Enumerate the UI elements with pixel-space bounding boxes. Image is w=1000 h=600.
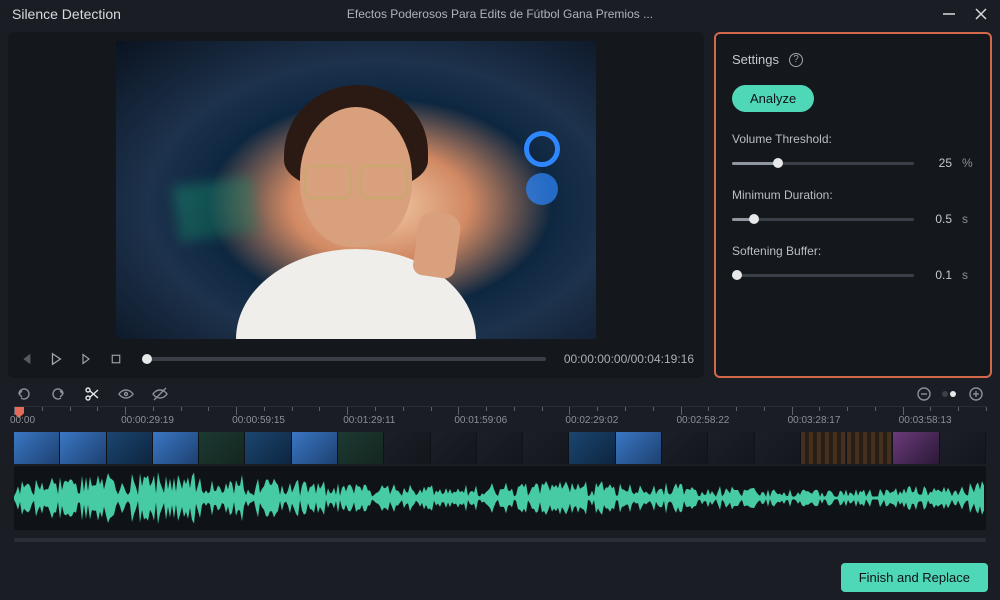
close-button[interactable] [974, 7, 988, 21]
timeline[interactable]: 00:00 00:00:29:19 00:00:59:15 00:01:29:11 00… [0, 406, 1000, 571]
progress-slider[interactable] [142, 357, 546, 361]
softening-buffer-label: Softening Buffer: [732, 244, 974, 258]
titlebar: Silence Detection Efectos Poderosos Para… [0, 0, 1000, 28]
softening-buffer-value: 0.1 [924, 268, 952, 282]
project-name: Efectos Poderosos Para Edits de Fútbol G… [347, 7, 653, 21]
redo-icon[interactable] [50, 386, 66, 402]
settings-heading: Settings [732, 52, 779, 67]
video-frame[interactable] [116, 41, 596, 339]
ruler-label: 00:00 [10, 415, 35, 426]
minimum-duration-value: 0.5 [924, 212, 952, 226]
ruler-label: 00:02:29:02 [565, 415, 618, 426]
waveform[interactable] [14, 466, 986, 530]
timeline-toolbar [0, 378, 1000, 406]
zoom-in-icon[interactable] [968, 386, 984, 402]
scissors-icon[interactable] [84, 386, 100, 402]
ruler-label: 00:03:58:13 [899, 415, 952, 426]
prev-frame-button[interactable] [18, 351, 34, 367]
volume-threshold-unit: % [962, 156, 974, 170]
eye-off-icon[interactable] [152, 386, 168, 402]
help-icon[interactable]: ? [789, 53, 803, 67]
volume-threshold-param: Volume Threshold: 25 % [732, 132, 974, 170]
play-button[interactable] [48, 351, 64, 367]
zoom-slider[interactable] [942, 391, 948, 397]
play-forward-button[interactable] [78, 351, 94, 367]
softening-buffer-slider[interactable] [732, 274, 914, 277]
time-ruler[interactable]: 00:0000:00:29:1900:00:59:1500:01:29:1100… [14, 406, 986, 432]
ruler-label: 00:00:29:19 [121, 415, 174, 426]
ruler-label: 00:00:59:15 [232, 415, 285, 426]
minimum-duration-label: Minimum Duration: [732, 188, 974, 202]
minimum-duration-unit: s [962, 212, 974, 226]
timeline-scrollbar[interactable] [14, 538, 986, 542]
ruler-label: 00:02:58:22 [677, 415, 730, 426]
softening-buffer-param: Softening Buffer: 0.1 s [732, 244, 974, 282]
preview-pane: 00:00:00:00/00:04:19:16 [8, 32, 704, 378]
ruler-label: 00:01:29:11 [343, 415, 395, 426]
analyze-button[interactable]: Analyze [732, 85, 814, 112]
eye-icon[interactable] [118, 386, 134, 402]
video-preview [18, 40, 694, 340]
thumbnail-strip[interactable] [14, 432, 986, 464]
minimize-button[interactable] [942, 7, 956, 21]
ruler-label: 00:01:59:06 [454, 415, 507, 426]
volume-threshold-label: Volume Threshold: [732, 132, 974, 146]
zoom-controls [916, 386, 984, 402]
volume-threshold-value: 25 [924, 156, 952, 170]
settings-panel: Settings ? Analyze Volume Threshold: 25 … [714, 32, 992, 378]
stop-button[interactable] [108, 351, 124, 367]
undo-icon[interactable] [16, 386, 32, 402]
volume-threshold-slider[interactable] [732, 162, 914, 165]
minimum-duration-slider[interactable] [732, 218, 914, 221]
finish-replace-button[interactable]: Finish and Replace [841, 563, 988, 592]
zoom-out-icon[interactable] [916, 386, 932, 402]
softening-buffer-unit: s [962, 268, 974, 282]
ruler-label: 00:03:28:17 [788, 415, 841, 426]
app-title: Silence Detection [12, 6, 121, 22]
player-controls: 00:00:00:00/00:04:19:16 [18, 346, 694, 372]
minimum-duration-param: Minimum Duration: 0.5 s [732, 188, 974, 226]
timecode-display: 00:00:00:00/00:04:19:16 [564, 352, 694, 366]
